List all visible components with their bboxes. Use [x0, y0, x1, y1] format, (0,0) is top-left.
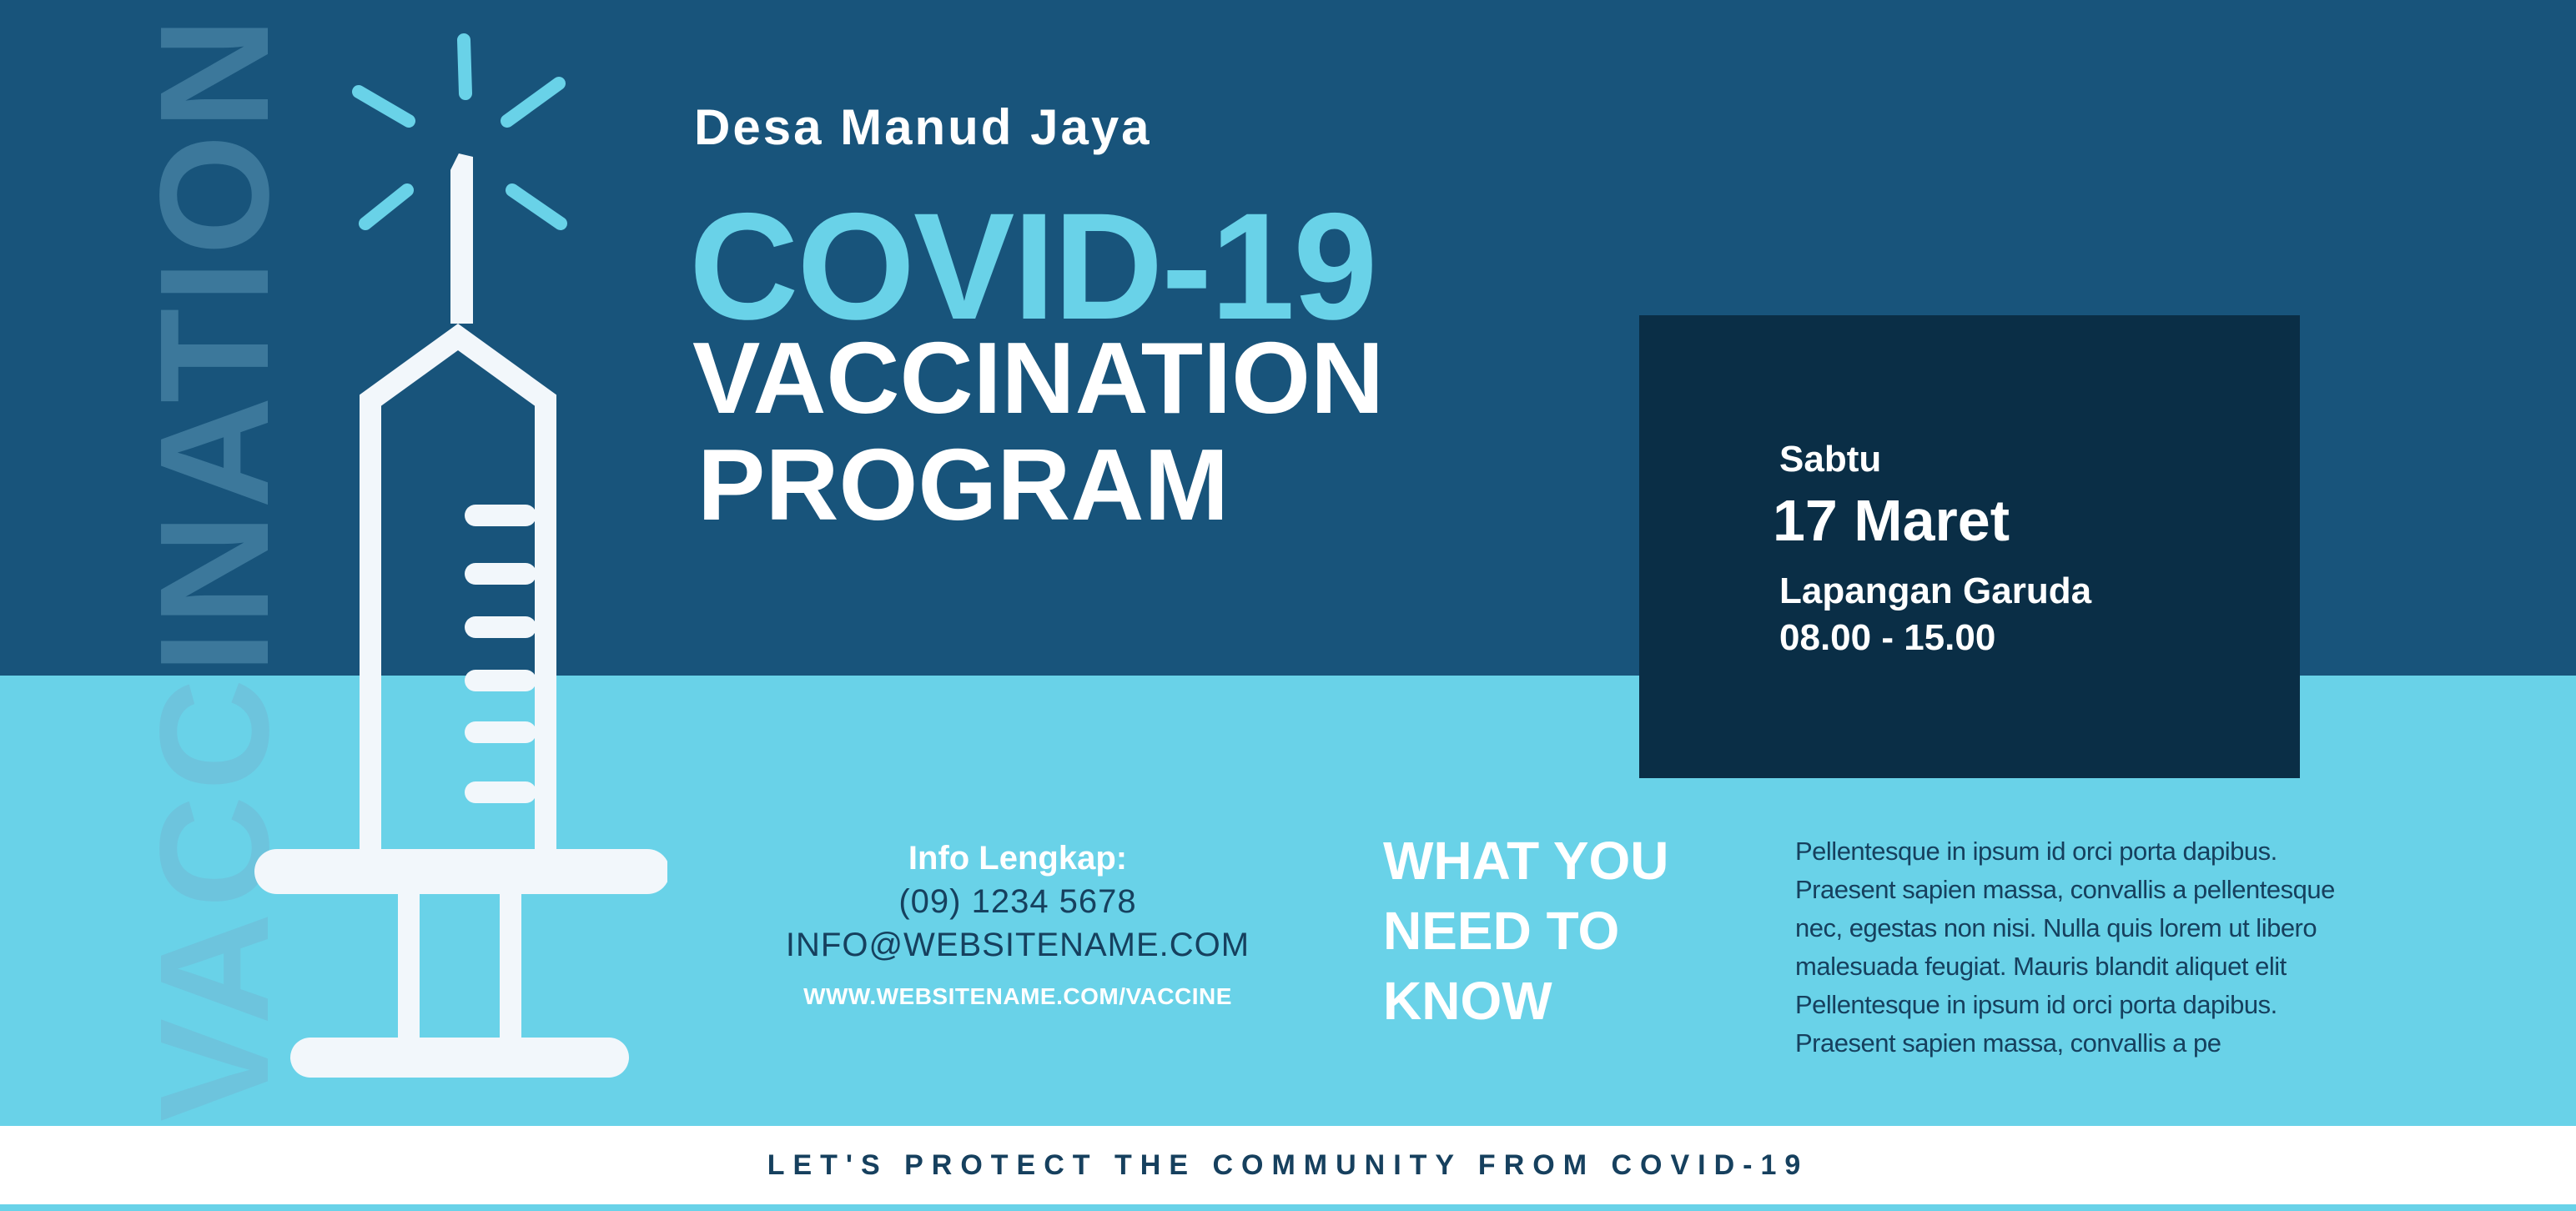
contact-heading: Info Lengkap: — [908, 840, 1128, 877]
event-venue: Lapangan Garuda — [1779, 570, 2092, 611]
event-details-box: Sabtu 17 Maret Lapangan Garuda 08.00 - 1… — [1639, 315, 2300, 778]
footer-accent-line — [0, 1204, 2576, 1211]
footer-band: LET'S PROTECT THE COMMUNITY FROM COVID-1… — [0, 1126, 2576, 1204]
need-to-know-heading: WHAT YOU NEED TO KNOW — [1383, 831, 1669, 1031]
contact-website: WWW.WEBSITENAME.COM/VACCINE — [803, 983, 1232, 1009]
footer-tagline: LET'S PROTECT THE COMMUNITY FROM COVID-1… — [767, 1148, 1809, 1181]
organizer-name: Desa Manud Jaya — [694, 99, 1152, 155]
title-covid: COVID-19 — [689, 181, 1377, 351]
event-time: 08.00 - 15.00 — [1779, 617, 1996, 658]
event-date: 17 Maret — [1773, 488, 2010, 553]
contact-info: Info Lengkap: (09) 1234 5678 INFO@WEBSIT… — [751, 837, 1285, 1010]
need-to-know-body: Pellentesque in ipsum id orci porta dapi… — [1795, 837, 2335, 1058]
title-program: PROGRAM — [697, 428, 1230, 541]
contact-email: INFO@WEBSITENAME.COM — [785, 927, 1250, 963]
title-vaccination: VACCINATION — [692, 321, 1385, 435]
event-day: Sabtu — [1779, 439, 1882, 480]
syringe-icon — [254, 33, 667, 1078]
contact-phone: (09) 1234 5678 — [898, 883, 1137, 920]
